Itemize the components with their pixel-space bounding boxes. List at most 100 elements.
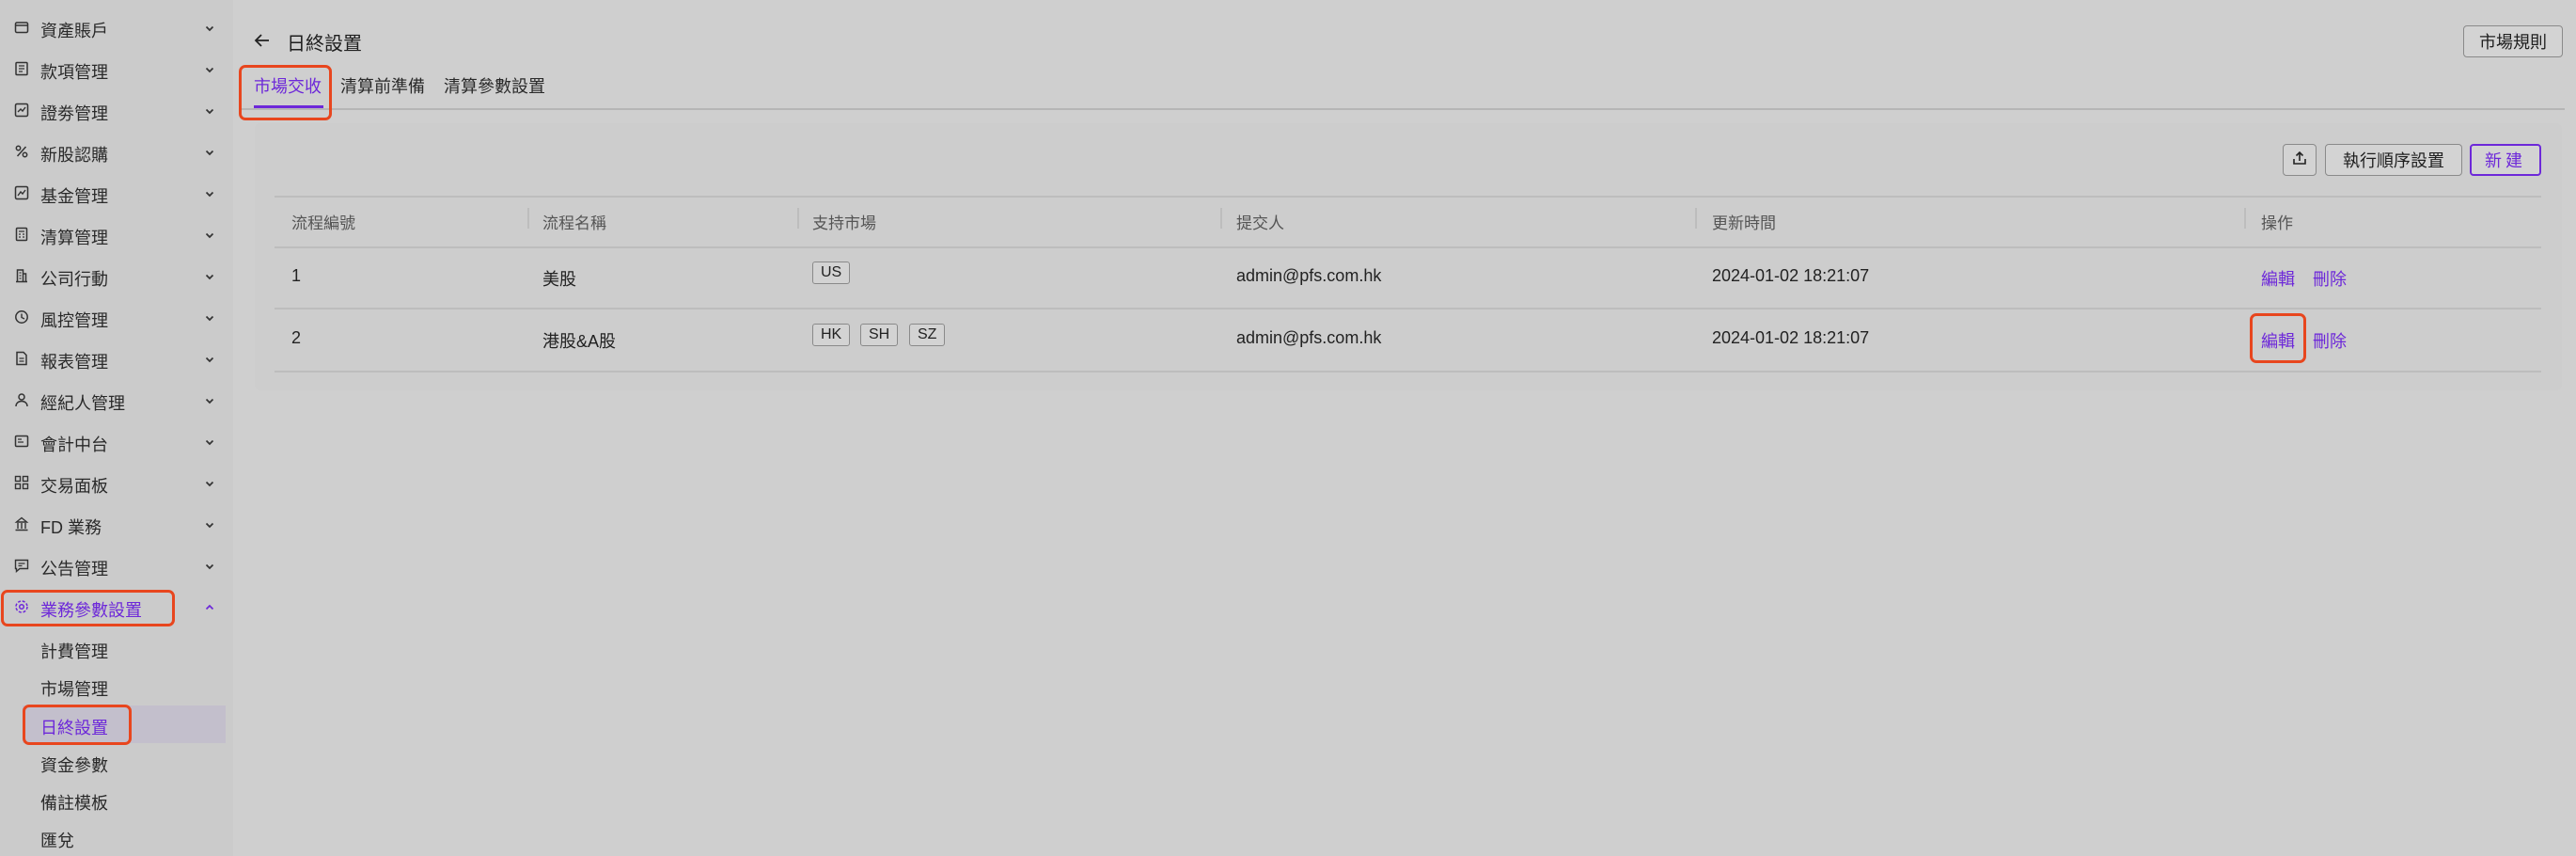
cell-name: 港股&A股 xyxy=(542,332,617,351)
subitem-label: 資金參數 xyxy=(40,756,108,775)
fund-icon xyxy=(13,184,30,201)
column-separator xyxy=(1695,208,1697,229)
cell-submitter: admin@pfs.com.hk xyxy=(1236,266,1382,285)
chevron-down-icon xyxy=(203,61,216,74)
edit-link[interactable]: 編輯 xyxy=(2261,328,2295,353)
column-header: 更新時間 xyxy=(1712,214,1776,232)
sidebar: 資產賬戶 款項管理 證劵管理 新股認購 基金管理 清算管理 公司行動 風控管理 xyxy=(0,0,233,856)
report-icon xyxy=(13,350,30,367)
sidebar-item-label: 證劵管理 xyxy=(40,104,108,123)
sidebar-item-risk[interactable]: 風控管理 xyxy=(0,296,233,338)
sidebar-item-label: 經紀人管理 xyxy=(40,394,125,413)
subitem-label: 備註模板 xyxy=(40,794,108,813)
document-icon xyxy=(13,60,30,77)
sidebar-item-payments[interactable]: 款項管理 xyxy=(0,48,233,89)
sidebar-subitem-markets[interactable]: 市場管理 xyxy=(0,667,226,705)
cell-updated: 2024-01-02 18:21:07 xyxy=(1712,328,1870,347)
percent-icon xyxy=(13,143,30,160)
chevron-down-icon xyxy=(203,20,216,33)
back-arrow-icon[interactable] xyxy=(252,30,273,51)
sidebar-item-accounting[interactable]: 會計中台 xyxy=(0,420,233,462)
sidebar-item-label: 業務參數設置 xyxy=(40,601,142,620)
user-icon xyxy=(13,391,30,408)
tab-clearing-params[interactable]: 清算參數設置 xyxy=(444,73,545,98)
chevron-down-icon xyxy=(203,268,216,281)
tab-pre-clearing[interactable]: 清算前準備 xyxy=(340,73,425,98)
new-button[interactable]: 新建 xyxy=(2470,144,2541,176)
sidebar-item-label: 會計中台 xyxy=(40,436,108,454)
table-top-border xyxy=(275,196,2541,198)
column-separator xyxy=(2244,208,2246,229)
chevron-down-icon xyxy=(203,351,216,364)
sidebar-subitem-exchange[interactable]: 匯兌 xyxy=(0,818,226,856)
chevron-down-icon xyxy=(203,309,216,323)
sidebar-item-securities[interactable]: 證劵管理 xyxy=(0,89,233,131)
sidebar-item-funds[interactable]: 基金管理 xyxy=(0,172,233,214)
column-header: 提交人 xyxy=(1236,214,1284,232)
market-tag: HK xyxy=(812,324,851,346)
subitem-label: 日終設置 xyxy=(40,719,108,737)
market-rules-button[interactable]: 市場規則 xyxy=(2463,25,2563,57)
sidebar-item-label: 報表管理 xyxy=(40,353,108,372)
sidebar-item-label: 基金管理 xyxy=(40,187,108,206)
sidebar-subitem-fund-params[interactable]: 資金參數 xyxy=(0,743,226,781)
sidebar-item-label: 交易面板 xyxy=(40,477,108,496)
row-divider xyxy=(275,308,2541,309)
sidebar-item-label: 風控管理 xyxy=(40,311,108,330)
subitem-label: 匯兌 xyxy=(40,832,74,850)
column-separator xyxy=(527,208,529,229)
sidebar-subitem-fees[interactable]: 計費管理 xyxy=(0,629,226,667)
sidebar-subitem-remark-templates[interactable]: 備註模板 xyxy=(0,781,226,818)
edit-link[interactable]: 編輯 xyxy=(2261,266,2295,291)
tab-market-settlement[interactable]: 市場交收 xyxy=(254,73,322,98)
sidebar-item-label: 新股認購 xyxy=(40,146,108,165)
cell-submitter: admin@pfs.com.hk xyxy=(1236,328,1382,347)
column-header: 操作 xyxy=(2261,214,2293,232)
wallet-icon xyxy=(13,19,30,36)
sidebar-item-label: 清算管理 xyxy=(40,229,108,247)
chevron-up-icon xyxy=(203,599,216,612)
chevron-down-icon xyxy=(203,185,216,198)
column-header: 流程名稱 xyxy=(542,214,606,232)
chevron-down-icon xyxy=(203,516,216,530)
row-divider xyxy=(275,371,2541,373)
message-icon xyxy=(13,557,30,574)
sidebar-item-label: 款項管理 xyxy=(40,63,108,82)
sidebar-item-reports[interactable]: 報表管理 xyxy=(0,338,233,379)
grid-icon xyxy=(13,474,30,491)
sidebar-item-label: FD 業務 xyxy=(40,518,102,537)
chevron-down-icon xyxy=(203,103,216,116)
shield-icon xyxy=(13,309,30,325)
delete-link[interactable]: 刪除 xyxy=(2313,328,2347,353)
market-tag: US xyxy=(812,262,851,284)
cell-id: 2 xyxy=(291,328,302,347)
ledger-icon xyxy=(13,433,30,450)
column-header: 支持市場 xyxy=(812,214,876,232)
sidebar-item-label: 公司行動 xyxy=(40,270,108,289)
sidebar-item-ipo[interactable]: 新股認購 xyxy=(0,131,233,172)
sidebar-subitem-eod-settings[interactable]: 日終設置 xyxy=(23,705,226,743)
column-header: 流程編號 xyxy=(291,214,355,232)
sidebar-item-corporate-actions[interactable]: 公司行動 xyxy=(0,255,233,296)
calculator-icon xyxy=(13,226,30,243)
execution-order-button[interactable]: 執行順序設置 xyxy=(2325,144,2462,176)
cell-name: 美股 xyxy=(542,270,576,289)
chart-icon xyxy=(13,102,30,119)
sidebar-item-fd-business[interactable]: FD 業務 xyxy=(0,503,233,545)
sidebar-item-label: 公告管理 xyxy=(40,560,108,579)
sidebar-item-asset-accounts[interactable]: 資產賬戶 xyxy=(0,7,233,48)
chevron-down-icon xyxy=(203,434,216,447)
market-tag: SH xyxy=(860,324,899,346)
sidebar-item-clearing[interactable]: 清算管理 xyxy=(0,214,233,255)
sidebar-item-trading-panel[interactable]: 交易面板 xyxy=(0,462,233,503)
bank-icon xyxy=(13,515,30,532)
chevron-down-icon xyxy=(203,227,216,240)
column-separator xyxy=(1220,208,1222,229)
sidebar-item-business-settings[interactable]: 業務參數設置 xyxy=(0,586,233,627)
sidebar-item-announcements[interactable]: 公告管理 xyxy=(0,545,233,586)
sidebar-item-brokers[interactable]: 經紀人管理 xyxy=(0,379,233,420)
settings-icon xyxy=(13,598,30,615)
export-button[interactable] xyxy=(2283,144,2317,176)
delete-link[interactable]: 刪除 xyxy=(2313,266,2347,291)
subitem-label: 計費管理 xyxy=(40,642,108,661)
